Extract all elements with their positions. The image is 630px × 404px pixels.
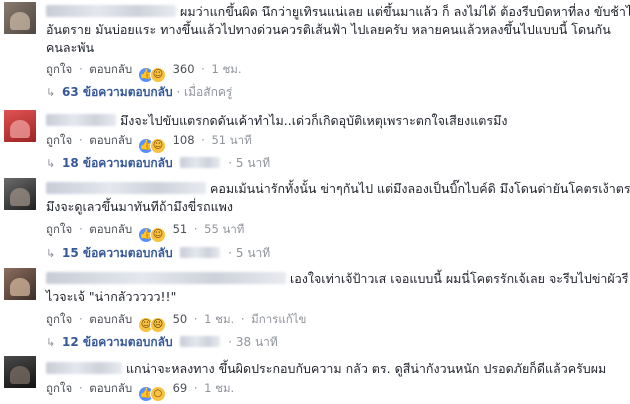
haha-reaction-icon: ☺	[149, 227, 166, 243]
reaction-summary[interactable]: 👍☺	[137, 135, 166, 154]
comment-thread: ผมว่าแกขึ้นผิด นึกว่ายูเทิรนแน่เลย แต่ขึ…	[0, 0, 630, 404]
reply-arrow-icon: ↳	[46, 247, 56, 260]
reaction-summary[interactable]: ☺ ☹	[137, 314, 166, 333]
replier-name-blurred	[180, 336, 221, 347]
comment-actions: ถูกใจ · ตอบกลับ 👍☺ 51 · 55 นาที	[46, 220, 244, 243]
comment-body: คอมเม้นน่ารักทั้งนั้น ข่าๆกันไป แต่มึงลอ…	[46, 180, 630, 216]
reply-time: 5 นาที	[235, 156, 271, 170]
reply-time: เมื่อสักครู่	[184, 85, 233, 99]
comment-actions: ถูกใจ · ตอบกลับ 👍☺ 360 · 1 ชม.	[46, 60, 242, 83]
comment-text-line: คอมเม้นน่ารักทั้งนั้น ข่าๆกันไป แต่มึงลอ…	[210, 181, 630, 196]
reply-link[interactable]: ตอบกลับ	[89, 222, 132, 236]
reaction-count[interactable]: 51	[173, 222, 188, 236]
avatar[interactable]	[4, 110, 36, 142]
reaction-summary[interactable]: 👍☺	[137, 64, 166, 83]
sad-reaction-icon: ☹	[149, 317, 166, 333]
timestamp[interactable]: 1 ชม.	[211, 62, 241, 76]
comment-actions: ถูกใจ · ตอบกลับ 👍○ 69 · 1 ชม.	[46, 379, 234, 402]
reply-time: 5 นาที	[235, 246, 271, 260]
view-replies-link[interactable]: ↳ 15 ข้อความตอบกลับ · 5 นาที	[46, 243, 270, 263]
reply-time: 38 นาที	[235, 335, 278, 349]
haha-reaction-icon: ☺	[149, 67, 166, 83]
wow-reaction-icon: ○	[149, 386, 166, 402]
comment-text-line: เองใจเท่าเจ้ป้าวเส เจอแบบนี้ ผมนี่โคตรรั…	[290, 271, 629, 286]
reply-arrow-icon: ↳	[46, 157, 56, 170]
comment-body: เองใจเท่าเจ้ป้าวเส เจอแบบนี้ ผมนี่โคตรรั…	[46, 270, 629, 306]
reply-arrow-icon: ↳	[46, 86, 56, 99]
comment-text-line: ไวจะเจ้ "น่ากลัววววว!!"	[46, 289, 177, 304]
avatar[interactable]	[4, 268, 36, 300]
comment-text-line: มึงจะไปขับแตรกดดันเค้าทำไม..เด่วก็เกิดอุ…	[120, 113, 508, 128]
like-link[interactable]: ถูกใจ	[46, 312, 72, 326]
like-link[interactable]: ถูกใจ	[46, 381, 72, 395]
comment-text-line: มึงจะดูเลวขึ้นมาทันทีถ้ามึงขี่รถแพง	[46, 199, 233, 214]
haha-reaction-icon: ☺	[149, 138, 166, 154]
comment-text-line: ผมว่าแกขึ้นผิด นึกว่ายูเทิรนแน่เลย แต่ขึ…	[180, 4, 630, 19]
comment-body: มึงจะไปขับแตรกดดันเค้าทำไม..เด่วก็เกิดอุ…	[46, 112, 616, 130]
reaction-count[interactable]: 108	[173, 133, 195, 147]
view-replies-link[interactable]: ↳ 63 ข้อความตอบกลับ · เมื่อสักครู่	[46, 82, 232, 102]
reply-arrow-icon: ↳	[46, 336, 56, 349]
comment-text-line: คนละพัน	[46, 40, 95, 55]
avatar[interactable]	[4, 178, 36, 210]
replier-name-blurred	[180, 247, 221, 258]
commenter-name-blurred[interactable]	[46, 272, 286, 284]
reaction-count[interactable]: 50	[173, 312, 188, 326]
like-link[interactable]: ถูกใจ	[46, 222, 72, 236]
comment-text-line: แกน่าจะหลงทาง ขึ้นผิดประกอบกับความ กลัว …	[126, 361, 607, 376]
like-link[interactable]: ถูกใจ	[46, 133, 72, 147]
reply-link[interactable]: ตอบกลับ	[89, 312, 132, 326]
reaction-summary[interactable]: 👍○	[137, 383, 166, 402]
like-link[interactable]: ถูกใจ	[46, 62, 72, 76]
comment-body: ผมว่าแกขึ้นผิด นึกว่ายูเทิรนแน่เลย แต่ขึ…	[46, 3, 630, 57]
reply-link[interactable]: ตอบกลับ	[89, 381, 132, 395]
comment-actions: ถูกใจ · ตอบกลับ ☺ ☹ 50 · 1 ชม. · มีการแก้…	[46, 310, 306, 333]
commenter-name-blurred[interactable]	[46, 5, 176, 17]
commenter-name-blurred[interactable]	[46, 362, 122, 374]
replier-name-blurred	[180, 157, 221, 168]
reaction-count[interactable]: 360	[173, 62, 195, 76]
reaction-summary[interactable]: 👍☺	[137, 224, 166, 243]
view-replies-link[interactable]: ↳ 12 ข้อความตอบกลับ · 38 นาที	[46, 332, 278, 352]
reply-link[interactable]: ตอบกลับ	[89, 133, 132, 147]
edited-label[interactable]: มีการแก้ไข	[251, 312, 306, 326]
reaction-count[interactable]: 69	[173, 381, 188, 395]
timestamp[interactable]: 55 นาที	[204, 222, 244, 236]
timestamp[interactable]: 1 ชม.	[204, 312, 234, 326]
commenter-name-blurred[interactable]	[46, 114, 116, 126]
commenter-name-blurred[interactable]	[46, 182, 206, 194]
timestamp[interactable]: 1 ชม.	[204, 381, 234, 395]
timestamp[interactable]: 51 นาที	[211, 133, 251, 147]
avatar[interactable]	[4, 356, 36, 388]
comment-text-line: อันตราย มันบ่อยแระ ทางขึ้นแล้วไปทางด่วนค…	[46, 22, 611, 37]
view-replies-link[interactable]: ↳ 18 ข้อความตอบกลับ · 5 นาที	[46, 153, 270, 173]
comment-actions: ถูกใจ · ตอบกลับ 👍☺ 108 · 51 นาที	[46, 131, 252, 154]
avatar[interactable]	[4, 2, 36, 34]
comment-body: แกน่าจะหลงทาง ขึ้นผิดประกอบกับความ กลัว …	[46, 360, 616, 378]
reply-link[interactable]: ตอบกลับ	[89, 62, 132, 76]
